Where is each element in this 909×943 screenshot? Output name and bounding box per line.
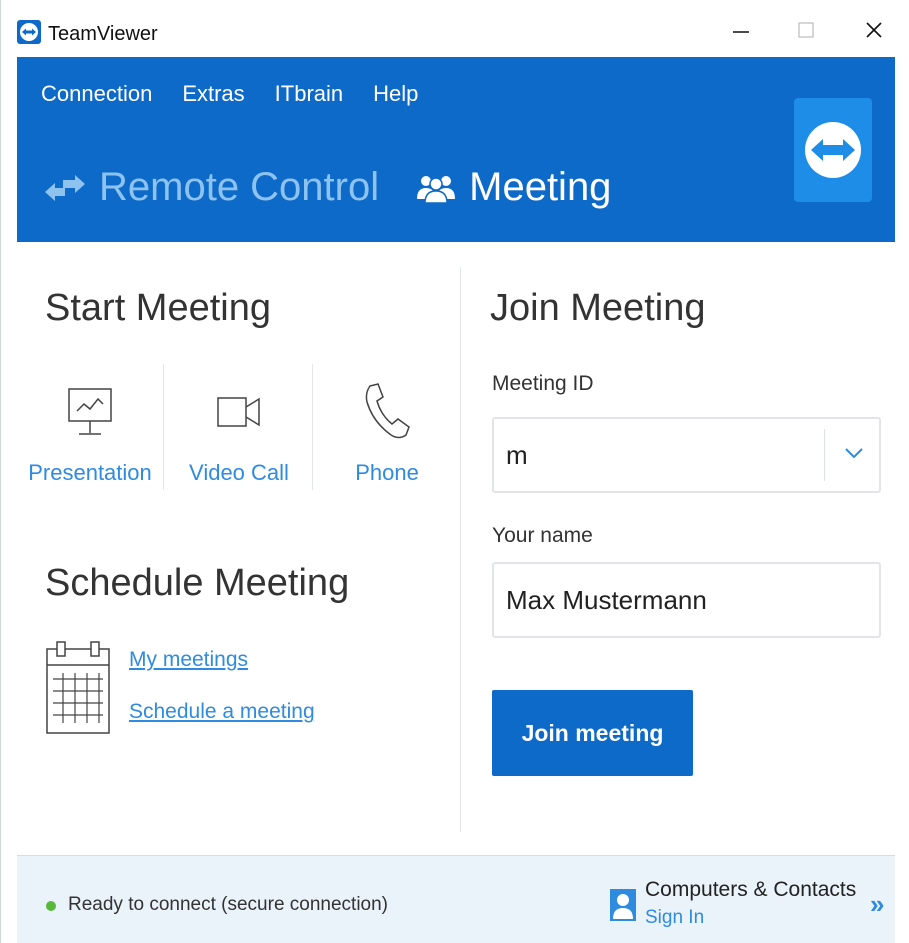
minimize-button[interactable]: [716, 10, 766, 50]
tab-remote-control-label: Remote Control: [99, 165, 380, 209]
status-bar: Ready to connect (secure connection) Com…: [17, 855, 895, 943]
close-button[interactable]: [849, 10, 899, 50]
maximize-button[interactable]: [781, 10, 831, 50]
presentation-option[interactable]: Presentation: [25, 382, 155, 486]
schedule-a-meeting-link[interactable]: Schedule a meeting: [129, 700, 315, 724]
start-meeting-title: Start Meeting: [45, 287, 271, 329]
presentation-label: Presentation: [28, 460, 152, 485]
option-divider: [312, 364, 313, 490]
presentation-icon: [68, 388, 112, 435]
video-call-option[interactable]: Video Call: [174, 382, 304, 486]
close-icon: [866, 22, 882, 38]
phone-label: Phone: [355, 460, 419, 485]
meeting-people-icon: [417, 175, 456, 204]
option-divider: [163, 364, 164, 490]
teamviewer-logo: [794, 98, 872, 202]
your-name-value: Max Mustermann: [506, 584, 707, 615]
schedule-meeting-title: Schedule Meeting: [45, 562, 350, 604]
mode-tabs: Remote Control Meeting: [43, 165, 611, 210]
my-meetings-link[interactable]: My meetings: [129, 648, 248, 672]
menu-item-itbrain[interactable]: ITbrain: [275, 81, 343, 107]
title-bar: TeamViewer: [1, 0, 909, 56]
video-call-label: Video Call: [189, 460, 289, 485]
your-name-input[interactable]: Max Mustermann: [492, 562, 881, 638]
double-arrow-icon: [45, 174, 85, 201]
phone-icon: [365, 383, 410, 439]
dropdown-divider: [824, 429, 825, 481]
status-indicator: [46, 901, 56, 911]
meeting-id-combobox[interactable]: m: [492, 417, 881, 493]
status-text: Ready to connect (secure connection): [68, 894, 389, 915]
tab-remote-control[interactable]: Remote Control: [43, 165, 379, 210]
join-meeting-title: Join Meeting: [490, 287, 706, 329]
meeting-id-label: Meeting ID: [492, 372, 594, 395]
video-camera-icon: [217, 397, 260, 427]
contact-icon[interactable]: [609, 888, 637, 922]
tab-meeting-label: Meeting: [469, 165, 612, 209]
window-title: TeamViewer: [48, 23, 158, 45]
menu-bar: Connection Extras ITbrain Help: [41, 81, 418, 107]
teamviewer-window: TeamViewer Connection Extras ITbrain Hel…: [0, 0, 909, 943]
join-meeting-button[interactable]: Join meeting: [492, 690, 693, 776]
minimize-icon: [733, 31, 749, 33]
teamviewer-logo-icon: [805, 122, 861, 178]
menu-item-help[interactable]: Help: [373, 81, 418, 107]
meeting-id-value: m: [506, 439, 528, 470]
phone-option[interactable]: Phone: [322, 382, 452, 486]
teamviewer-app-icon: [17, 20, 41, 44]
sign-in-link[interactable]: Sign In: [645, 907, 704, 929]
calendar-icon: [46, 641, 110, 734]
main-content: Start Meeting Presentation Video Call Ph…: [17, 242, 895, 855]
column-divider: [460, 267, 461, 832]
computers-contacts-title[interactable]: Computers & Contacts: [645, 878, 856, 902]
your-name-label: Your name: [492, 524, 593, 547]
expand-panel-button[interactable]: »: [870, 889, 884, 920]
chevron-down-icon[interactable]: [841, 443, 867, 463]
tab-meeting[interactable]: Meeting: [415, 165, 611, 210]
menu-item-connection[interactable]: Connection: [41, 81, 152, 107]
menu-item-extras[interactable]: Extras: [182, 81, 244, 107]
header-bar: Connection Extras ITbrain Help Remote Co…: [17, 57, 895, 242]
maximize-icon: [798, 22, 814, 38]
